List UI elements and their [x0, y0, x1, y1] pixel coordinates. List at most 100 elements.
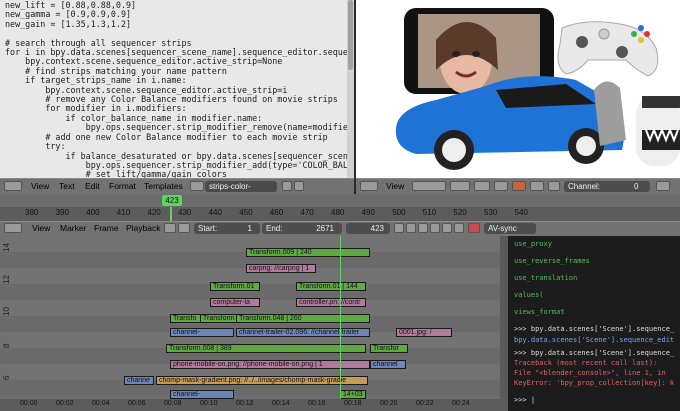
ruler-tick-label: 450: [239, 208, 253, 217]
text-browse-icon[interactable]: [190, 181, 204, 191]
text-editor[interactable]: new_lift = [0.88,0.88,0.9] new_gamma = […: [0, 0, 354, 178]
record-icon[interactable]: [512, 181, 526, 191]
play-icon[interactable]: [430, 223, 440, 233]
time-label: 00:18: [344, 400, 362, 407]
start-frame-field[interactable]: Start: 1: [194, 223, 260, 234]
refresh-icon[interactable]: [548, 181, 560, 191]
sequence-strip[interactable]: computer-la: [210, 298, 260, 307]
prev-keyframe-icon[interactable]: [406, 223, 416, 233]
view-settings-icon[interactable]: [656, 181, 670, 191]
ruler-tick-label: 530: [484, 208, 498, 217]
channel-number: 10: [2, 307, 11, 316]
ruler-playhead[interactable]: [170, 207, 172, 221]
sequencer-scrollbar[interactable]: [500, 236, 508, 399]
seq-menu-playback[interactable]: Playback: [126, 223, 161, 233]
sequence-strip[interactable]: Transform.048 | 260: [236, 314, 370, 323]
close-text-icon[interactable]: [294, 181, 304, 191]
view-mode-dropdown[interactable]: [412, 181, 446, 191]
sequence-strip[interactable]: chomp-mask-gradient.png: //../../images/…: [156, 376, 368, 385]
time-ruler[interactable]: 00:00 00:02 00:04 00:06 00:08 00:10 00:12 00:14…: [0, 399, 508, 411]
current-frame-indicator[interactable]: 423: [162, 195, 182, 206]
console-line: File "<blender_console>", line 1, in: [514, 369, 666, 377]
display-channel-dropdown[interactable]: [450, 181, 470, 191]
menu-edit[interactable]: Edit: [85, 181, 100, 191]
next-keyframe-icon[interactable]: [442, 223, 452, 233]
sequence-strip[interactable]: Transform.01: [210, 282, 260, 291]
jump-start-icon[interactable]: [394, 223, 404, 233]
start-value: 1: [247, 224, 252, 233]
ruler-tick-label: 500: [392, 208, 406, 217]
seq-menu-frame[interactable]: Frame: [94, 223, 119, 233]
channel-value: 0: [634, 182, 639, 191]
console-line: KeyError: 'bpy_prop_collection[key]: k: [514, 379, 675, 387]
sequence-strip[interactable]: Transform: [200, 314, 240, 323]
menu-format[interactable]: Format: [109, 181, 136, 191]
sequencer-strips-area[interactable]: 14 12 10 8 6 Transform.009 | 240 carpng: //ca…: [0, 236, 508, 411]
sequence-strip[interactable]: channel-: [170, 390, 234, 399]
sequence-strip[interactable]: 0001.jpg: /: [396, 328, 452, 337]
lock-range-toggle[interactable]: [178, 223, 190, 233]
preview-range-toggle[interactable]: [164, 223, 176, 233]
time-label: 00:24: [452, 400, 470, 407]
autokey-icon[interactable]: [468, 223, 480, 233]
ruler-tick-label: 480: [331, 208, 345, 217]
end-frame-field[interactable]: End: 2671: [262, 223, 342, 234]
menu-templates[interactable]: Templates: [144, 181, 183, 191]
sequence-strip[interactable]: channe: [124, 376, 154, 385]
preview-type-button[interactable]: [360, 181, 378, 191]
frame-ruler[interactable]: 380 390 400 410 420 430 440 450 460 470 480 490 500 5…: [0, 207, 680, 221]
time-label: 00:12: [236, 400, 254, 407]
sequence-strip[interactable]: Transform.008 | 389: [166, 344, 366, 353]
end-label: End:: [266, 224, 283, 233]
console-line: >>> |: [514, 396, 536, 404]
sequence-strip[interactable]: Transform.01 | 144: [296, 282, 366, 291]
add-text-icon[interactable]: [282, 181, 292, 191]
text-file-name[interactable]: strips-color-balance: [205, 181, 277, 202]
playhead-line[interactable]: [340, 236, 341, 411]
time-label: 00:04: [92, 400, 110, 407]
time-label: 00:08: [164, 400, 182, 407]
console-line: values(: [514, 291, 544, 299]
ruler-tick-label: 380: [25, 208, 39, 217]
sync-dropdown[interactable]: AV-sync: [484, 223, 536, 234]
preview-menu-view[interactable]: View: [386, 181, 404, 191]
time-label: 00:14: [272, 400, 290, 407]
editor-type-button[interactable]: [4, 181, 22, 191]
sequence-strip[interactable]: 14+03: [340, 390, 366, 399]
seq-menu-marker[interactable]: Marker: [60, 223, 86, 233]
scopes-icon[interactable]: [530, 181, 544, 191]
overlay-toggle[interactable]: [474, 181, 490, 191]
sequence-strip[interactable]: channel-trailer-02.096: //channel-traile…: [236, 328, 370, 337]
start-label: Start:: [198, 224, 218, 233]
jump-end-icon[interactable]: [454, 223, 464, 233]
timeline-region[interactable]: 423: [0, 194, 680, 208]
ruler-tick-label: 420: [147, 208, 161, 217]
play-reverse-icon[interactable]: [418, 223, 428, 233]
sequence-strip[interactable]: channel-: [170, 328, 234, 337]
time-label: 00:02: [56, 400, 74, 407]
console-line: use_translation: [514, 274, 578, 282]
sequence-strip[interactable]: Transfor: [370, 344, 408, 353]
channel-field[interactable]: Channel: 0: [564, 181, 650, 192]
python-console[interactable]: use_proxy use_reverse_frames use_translati…: [508, 236, 680, 411]
menu-view[interactable]: View: [31, 181, 49, 191]
sequencer-header: View Marker Frame Playback Start: 1 End:…: [0, 221, 680, 237]
sequencer-type-button[interactable]: [4, 223, 22, 233]
sequence-strip[interactable]: Transform.009 | 240: [246, 248, 370, 257]
channel-number: 8: [2, 343, 11, 348]
channel-number: 14: [2, 243, 11, 252]
current-frame-field[interactable]: 423: [346, 223, 390, 234]
seq-menu-view[interactable]: View: [32, 223, 50, 233]
ruler-tick-label: 400: [86, 208, 100, 217]
editor-scrollbar-thumb[interactable]: [348, 0, 353, 70]
gpencil-toggle[interactable]: [494, 181, 508, 191]
channel-number: 6: [2, 375, 11, 380]
sequence-strip[interactable]: carpng: //carpng | 1: [246, 264, 316, 273]
sequence-strip[interactable]: controller.pn: //contr: [296, 298, 366, 307]
ruler-tick-label: 460: [269, 208, 284, 217]
sequence-strip[interactable]: channel: [370, 360, 406, 369]
ruler-tick-label: 540: [514, 208, 528, 217]
code-text[interactable]: new_lift = [0.88,0.88,0.9] new_gamma = […: [0, 0, 354, 178]
menu-text[interactable]: Text: [59, 181, 75, 191]
ruler-tick-label: 440: [208, 208, 222, 217]
